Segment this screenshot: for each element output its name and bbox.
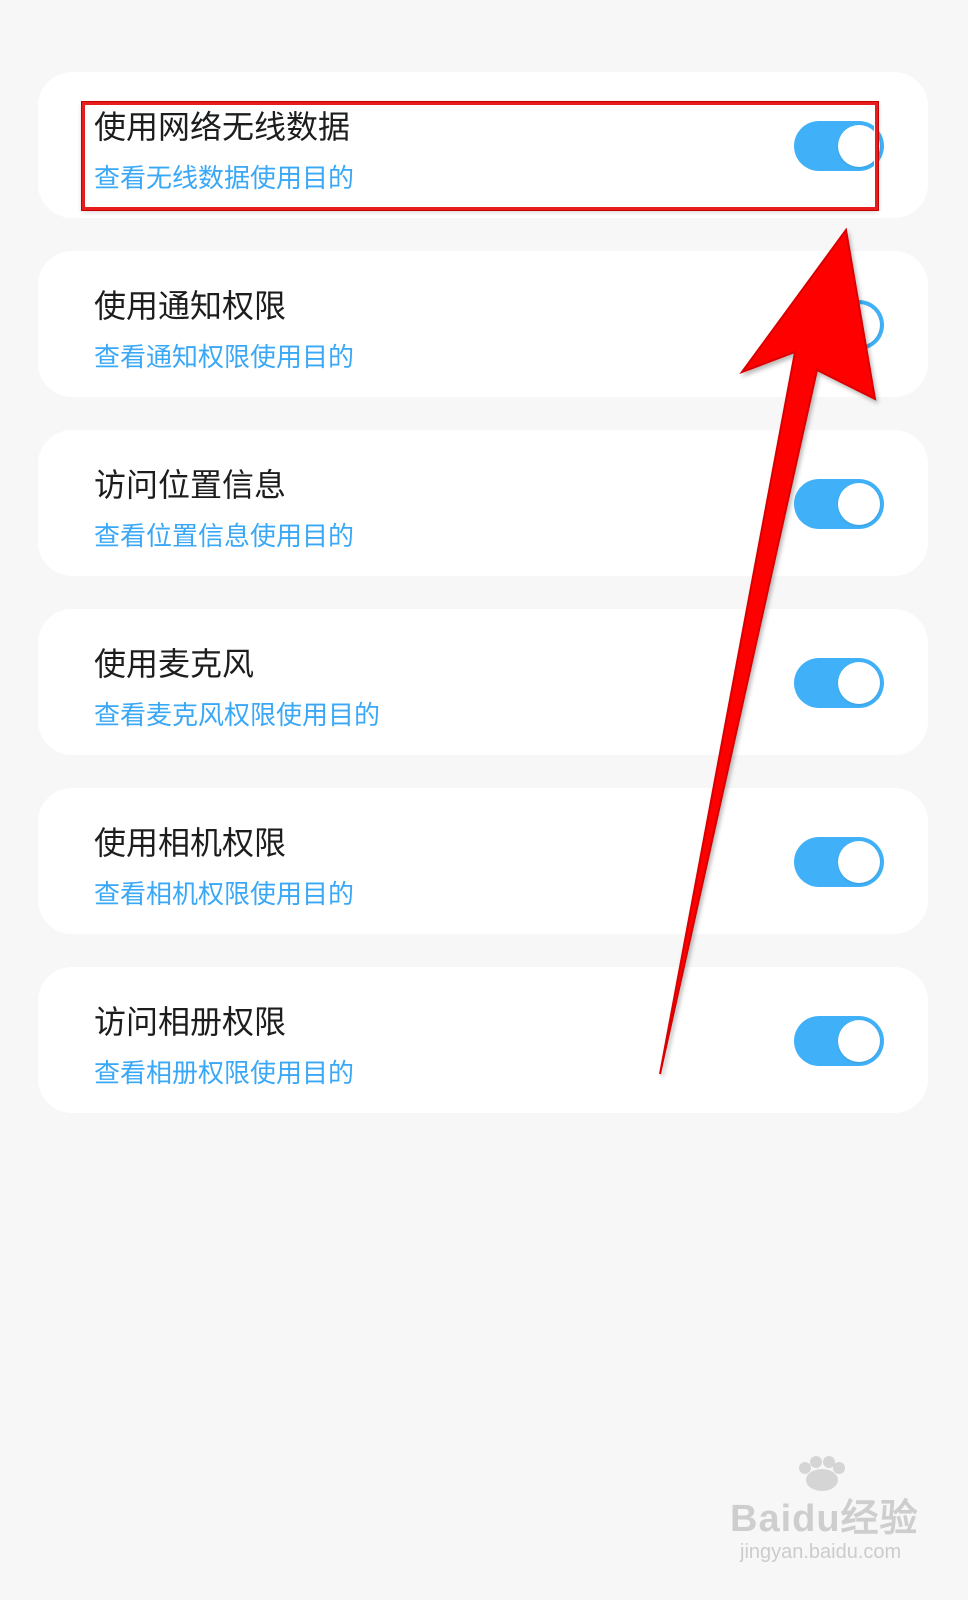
permission-toggle-album[interactable]: [794, 1016, 884, 1066]
permission-title: 使用相机权限: [94, 824, 287, 862]
permission-title: 访问相册权限: [94, 1003, 287, 1041]
permission-card-camera[interactable]: 使用相机权限 查看相机权限使用目的: [38, 788, 928, 934]
permission-toggle-notifications[interactable]: [794, 300, 884, 350]
baidu-watermark: Baidu经验 jingyan.baidu.com: [718, 1455, 918, 1565]
permission-title: 使用通知权限: [94, 287, 287, 325]
watermark-url: jingyan.baidu.com: [740, 1541, 902, 1563]
watermark-brand: Baidu经验: [730, 1498, 919, 1540]
permission-title: 使用麦克风: [94, 645, 255, 683]
toggle-knob-icon: [838, 841, 880, 883]
permission-toggle-location[interactable]: [794, 479, 884, 529]
permission-purpose-link[interactable]: 查看相机权限使用目的: [94, 879, 354, 911]
permission-card-microphone[interactable]: 使用麦克风 查看麦克风权限使用目的: [38, 609, 928, 755]
permission-card-location[interactable]: 访问位置信息 查看位置信息使用目的: [38, 430, 928, 576]
toggle-knob-icon: [838, 662, 880, 704]
permission-purpose-link[interactable]: 查看相册权限使用目的: [94, 1058, 354, 1090]
permission-card-notifications[interactable]: 使用通知权限 查看通知权限使用目的: [38, 251, 928, 397]
toggle-knob-icon: [838, 304, 880, 346]
permission-purpose-link[interactable]: 查看麦克风权限使用目的: [94, 700, 380, 732]
permission-toggle-wireless-data[interactable]: [794, 121, 884, 171]
permission-title: 访问位置信息: [94, 466, 287, 504]
permission-purpose-link[interactable]: 查看无线数据使用目的: [94, 163, 354, 195]
permission-card-wireless-data[interactable]: 使用网络无线数据 查看无线数据使用目的: [38, 72, 928, 218]
permission-title: 使用网络无线数据: [94, 108, 351, 146]
toggle-knob-icon: [838, 483, 880, 525]
permission-purpose-link[interactable]: 查看位置信息使用目的: [94, 521, 354, 553]
permission-card-album[interactable]: 访问相册权限 查看相册权限使用目的: [38, 967, 928, 1113]
baidu-paw-icon: [799, 1456, 845, 1491]
permission-toggle-camera[interactable]: [794, 837, 884, 887]
permission-purpose-link[interactable]: 查看通知权限使用目的: [94, 342, 354, 374]
toggle-knob-icon: [838, 125, 880, 167]
toggle-knob-icon: [838, 1020, 880, 1062]
permission-toggle-microphone[interactable]: [794, 658, 884, 708]
